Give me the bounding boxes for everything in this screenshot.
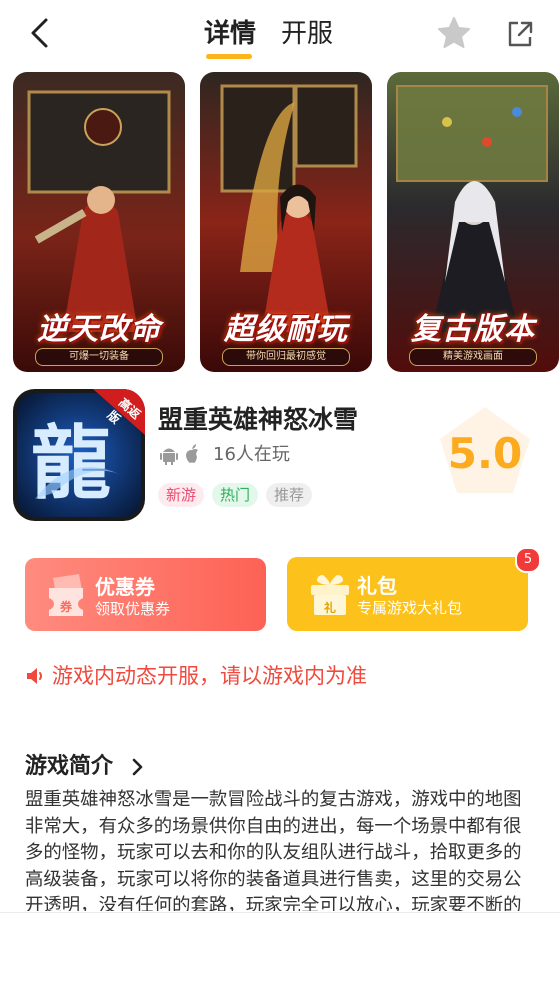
screenshot-caption: 复古版本 — [411, 312, 535, 347]
coupon-title: 优惠券 — [95, 575, 155, 599]
chevron-right-icon[interactable] — [130, 756, 146, 778]
intro-description: 盟重英雄神怒冰雪是一款冒险战斗的复古游戏，游戏中的地图非常大，有众多的场景供你自… — [25, 789, 522, 911]
android-icon — [160, 445, 178, 469]
share-button[interactable] — [500, 14, 540, 54]
back-arrow-icon — [31, 18, 48, 48]
game-title: 盟重英雄神怒冰雪 — [158, 405, 359, 434]
screenshot-caption: 超级耐玩 — [224, 312, 348, 347]
star-icon — [438, 17, 470, 48]
players-count: 16人在玩 — [213, 444, 290, 465]
coupon-subtitle: 领取优惠券 — [95, 600, 171, 618]
gift-icon: 礼 — [311, 575, 349, 615]
share-icon — [508, 21, 533, 47]
gift-title: 礼包 — [357, 574, 397, 598]
gift-icon-text: 礼 — [324, 600, 336, 615]
game-icon: 龍 高返版 — [13, 389, 145, 521]
screenshot-caption: 逆天改命 — [37, 312, 161, 347]
back-button[interactable] — [22, 14, 62, 54]
favorite-button[interactable] — [434, 14, 474, 54]
gift-subtitle: 专属游戏大礼包 — [357, 599, 463, 617]
tab-details[interactable]: 详情 — [204, 14, 256, 54]
score-value: 5.0 — [447, 429, 523, 478]
tag-new: 新游 — [158, 483, 205, 507]
screenshot-subcaption: 可爆一切装备 — [35, 348, 163, 366]
gift-count-badge: 5 — [515, 547, 541, 573]
apple-icon — [183, 444, 201, 468]
intro-heading[interactable]: 游戏简介 — [25, 752, 113, 782]
coupon-button[interactable]: 券 优惠券 领取优惠券 — [25, 558, 266, 631]
screenshot-1[interactable]: 逆天改命 可爆一切装备 — [13, 72, 185, 372]
tag-hot: 热门 — [212, 483, 259, 507]
gift-button[interactable]: 礼 礼包 专属游戏大礼包 — [287, 557, 528, 631]
divider — [0, 912, 560, 913]
server-notice: 游戏内动态开服，请以游戏内为准 — [52, 664, 367, 688]
screenshot-2[interactable]: 超级耐玩 带你回归最初感觉 — [200, 72, 372, 372]
screenshot-subcaption: 精美游戏画面 — [409, 348, 537, 366]
coupon-icon-text: 券 — [59, 599, 73, 614]
tab-active-indicator — [206, 54, 252, 59]
screenshot-3[interactable]: 复古版本 精美游戏画面 — [387, 72, 559, 372]
coupon-icon: 券 — [49, 574, 83, 616]
tab-server-open[interactable]: 开服 — [281, 14, 333, 54]
score-badge: 5.0 — [437, 405, 533, 495]
speaker-icon — [25, 665, 47, 687]
screenshot-subcaption: 带你回归最初感觉 — [222, 348, 350, 366]
tag-recommend: 推荐 — [266, 483, 313, 507]
